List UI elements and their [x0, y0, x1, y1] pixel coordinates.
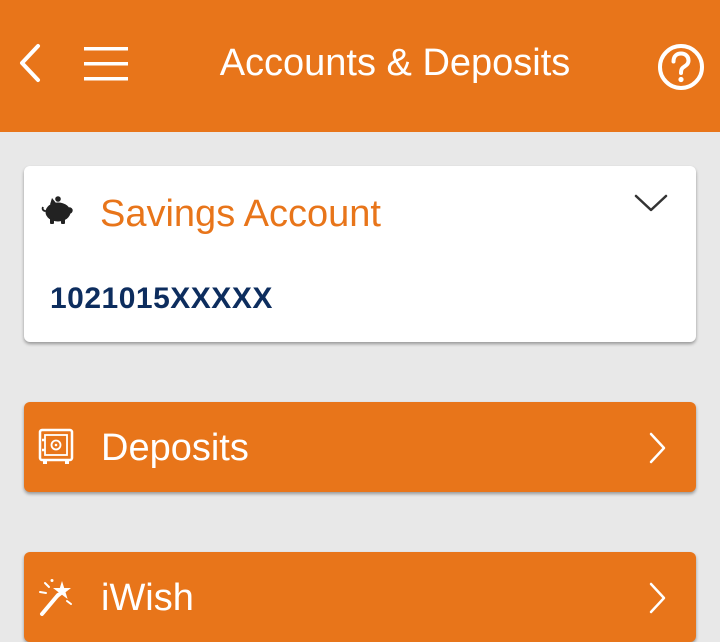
hamburger-menu-icon [84, 47, 128, 81]
chevron-left-icon [20, 44, 40, 82]
help-button[interactable] [656, 42, 706, 92]
menu-button[interactable] [82, 44, 130, 84]
chevron-right-icon [649, 432, 666, 464]
back-button[interactable] [14, 40, 50, 86]
account-type-label: Savings Account [100, 193, 381, 235]
safe-icon [38, 428, 74, 464]
piggy-bank-icon [41, 196, 73, 224]
chevron-down-icon[interactable] [634, 192, 668, 214]
magic-wand-icon [39, 579, 72, 616]
iwish-nav-item[interactable]: iWish [24, 552, 696, 642]
page-title: Accounts & Deposits [219, 42, 571, 84]
question-circle-icon [658, 44, 704, 90]
account-card[interactable]: Savings Account 1021015XXXXX [24, 166, 696, 342]
deposits-nav-item[interactable]: Deposits [24, 402, 696, 492]
deposits-label: Deposits [101, 427, 249, 469]
top-app-bar: Accounts & Deposits [0, 0, 720, 132]
account-number: 1021015XXXXX [50, 282, 273, 315]
iwish-label: iWish [101, 577, 194, 619]
chevron-right-icon [649, 582, 666, 614]
